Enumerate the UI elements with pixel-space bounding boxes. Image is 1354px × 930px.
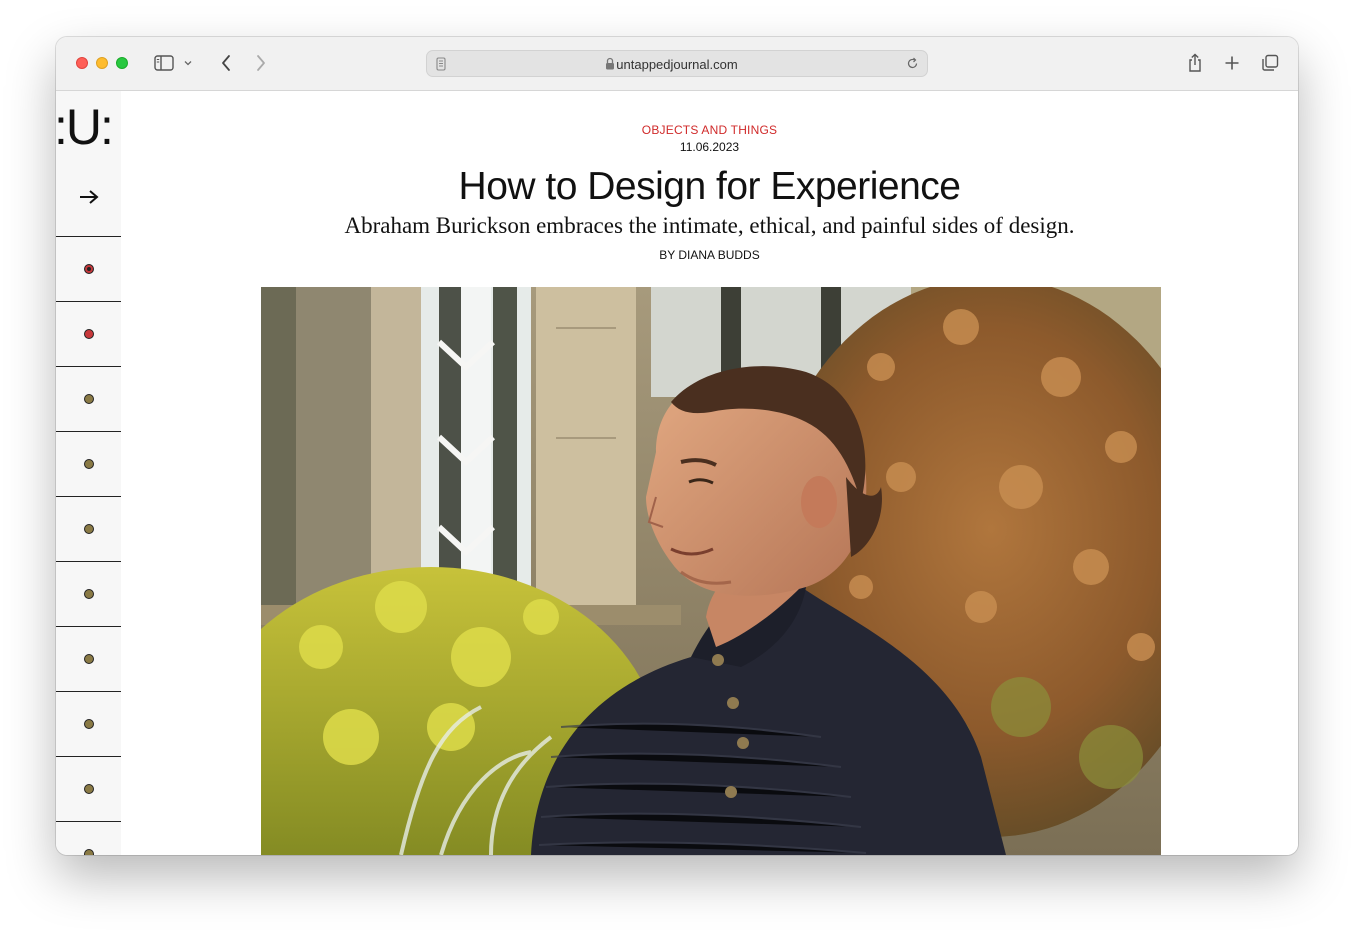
sidebar-nav-item[interactable]	[56, 496, 121, 560]
zoom-window-button[interactable]	[116, 57, 128, 69]
article-date: 11.06.2023	[679, 140, 740, 154]
dot-icon	[83, 523, 94, 534]
sidebar-nav-item[interactable]	[56, 626, 121, 690]
dot-icon	[83, 783, 94, 794]
reload-icon[interactable]	[906, 57, 919, 75]
url-text: untappedjournal.com	[616, 57, 738, 72]
dot-icon	[83, 393, 94, 404]
dot-icon	[83, 458, 94, 469]
sidebar-nav-item[interactable]	[56, 236, 121, 300]
dot-icon	[83, 328, 94, 339]
sidebar-nav-item[interactable]	[56, 301, 121, 365]
close-window-button[interactable]	[76, 57, 88, 69]
arrow-right-icon	[79, 190, 99, 204]
share-icon[interactable]	[1183, 51, 1207, 75]
dot-icon	[83, 588, 94, 599]
chevron-down-icon[interactable]	[180, 51, 196, 75]
site-sidebar: :U:	[56, 91, 121, 855]
article-title: How to Design for Experience	[458, 165, 961, 208]
sidebar-nav-item[interactable]	[56, 756, 121, 820]
sidebar-nav-item[interactable]	[56, 821, 121, 855]
article-content: OBJECTS AND THINGS 11.06.2023 How to Des…	[121, 91, 1298, 855]
menu-arrow-button[interactable]	[56, 173, 121, 221]
article-byline[interactable]: BY DIANA BUDDS	[121, 248, 1298, 262]
browser-window: untappedjournal.com :U: OBJECTS AND THIN…	[56, 37, 1298, 855]
sidebar-nav-item[interactable]	[56, 561, 121, 625]
sidebar-nav-item[interactable]	[56, 691, 121, 755]
back-icon[interactable]	[214, 51, 238, 75]
hero-photo	[261, 287, 1161, 855]
browser-toolbar: untappedjournal.com	[56, 37, 1298, 91]
minimize-window-button[interactable]	[96, 57, 108, 69]
active-dot-icon	[83, 263, 94, 274]
sidebar-toggle-icon[interactable]	[152, 51, 176, 75]
dot-icon	[83, 848, 94, 855]
sidebar-nav-item[interactable]	[56, 366, 121, 430]
article-dek: Abraham Burickson embraces the intimate,…	[344, 213, 1075, 238]
site-logo[interactable]: :U:	[56, 97, 124, 157]
forward-icon[interactable]	[249, 51, 273, 75]
sidebar-nav-item[interactable]	[56, 431, 121, 495]
article-category[interactable]: OBJECTS AND THINGS	[121, 123, 1298, 137]
new-tab-icon[interactable]	[1220, 51, 1244, 75]
tab-overview-icon[interactable]	[1258, 51, 1282, 75]
address-bar[interactable]: untappedjournal.com	[426, 50, 928, 77]
dot-icon	[83, 653, 94, 664]
dot-icon	[83, 718, 94, 729]
